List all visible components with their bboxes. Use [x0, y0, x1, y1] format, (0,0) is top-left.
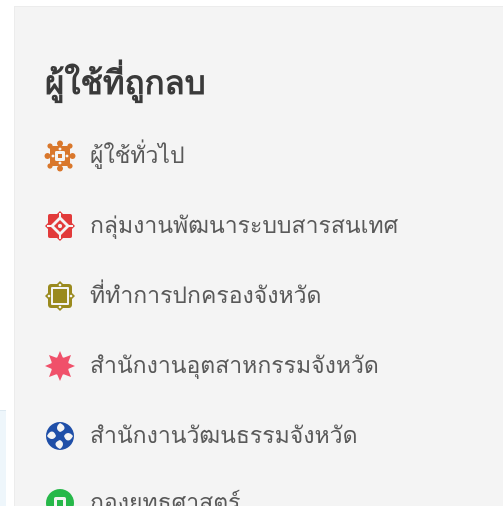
list-item-information-systems-group[interactable]: กลุ่มงานพัฒนาระบบสารสนเทศ	[44, 210, 398, 242]
pattern-icon	[45, 211, 75, 241]
list-item-general-users[interactable]: ผู้ใช้ทั่วไป	[44, 140, 185, 172]
pattern-icon	[45, 281, 75, 311]
list-item-label: กลุ่มงานพัฒนาระบบสารสนเทศ	[90, 213, 399, 239]
left-edge-panel	[0, 410, 6, 506]
list-item-provincial-administration-office[interactable]: ที่ทำการปกครองจังหวัด	[44, 280, 321, 312]
list-item-provincial-industry-office[interactable]: สำนักงานอุตสาหกรรมจังหวัด	[44, 350, 379, 382]
list-item-label: ผู้ใช้ทั่วไป	[90, 143, 185, 169]
left-background-strip	[0, 0, 14, 506]
pattern-icon	[46, 489, 74, 506]
panel-title: ผู้ใช้ที่ถูกลบ	[45, 63, 206, 102]
list-item-label: ที่ทำการปกครองจังหวัด	[90, 283, 322, 309]
list-item-label: กองยุทธศาสตร์	[90, 490, 241, 506]
list-item-provincial-culture-office[interactable]: สำนักงานวัฒนธรรมจังหวัด	[44, 420, 358, 452]
deleted-users-panel: ผู้ใช้ที่ถูกลบ ผู้ใช้ทั่วไป กลุ่มงานพัฒน…	[14, 6, 503, 506]
list-item-strategy-division[interactable]: กองยุทธศาสตร์	[44, 487, 241, 506]
list-item-label: สำนักงานอุตสาหกรรมจังหวัด	[90, 353, 379, 379]
pattern-icon	[46, 422, 74, 450]
pattern-icon	[44, 140, 76, 172]
list-item-label: สำนักงานวัฒนธรรมจังหวัด	[90, 423, 358, 449]
pattern-icon	[45, 351, 75, 381]
